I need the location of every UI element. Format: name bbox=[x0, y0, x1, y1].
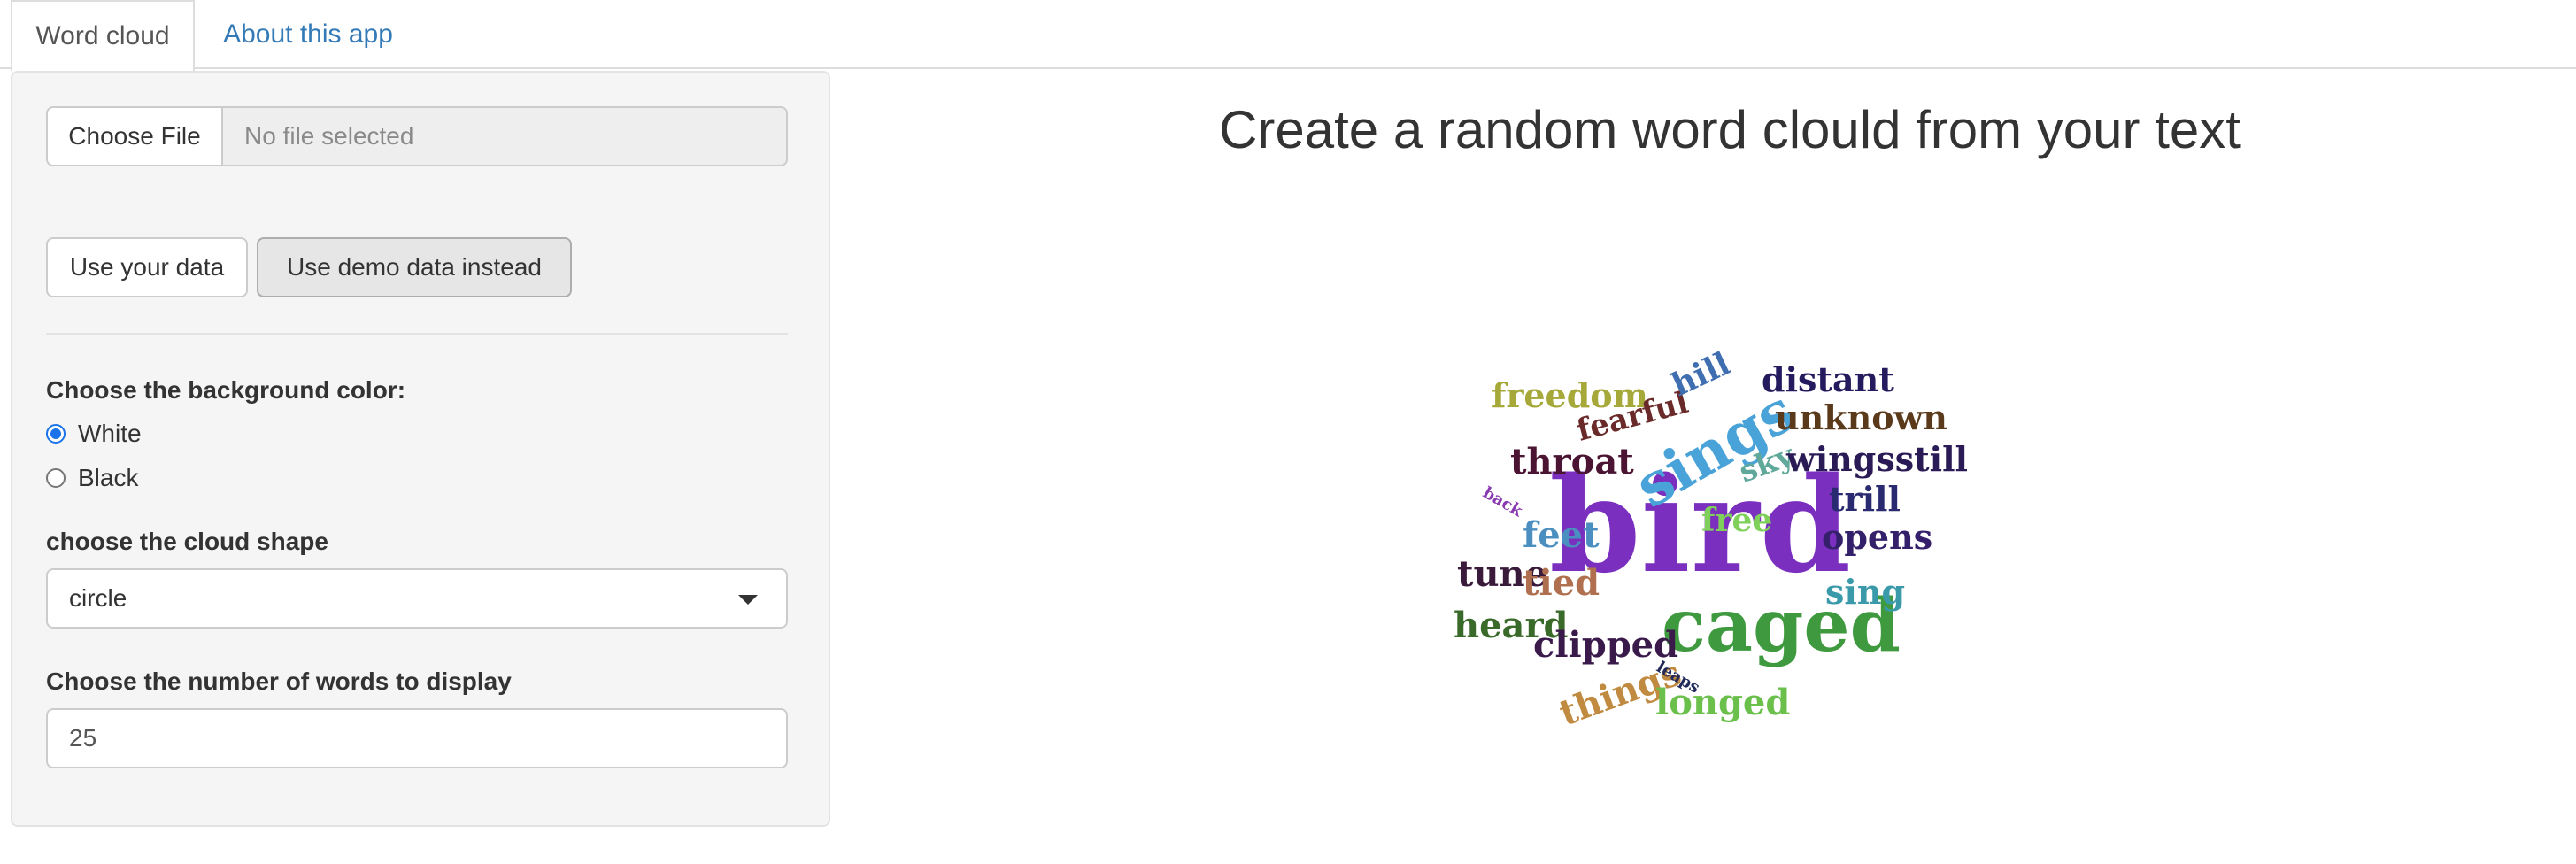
tab-word-cloud[interactable]: Word cloud bbox=[11, 0, 195, 71]
radio-option-black[interactable]: Black bbox=[46, 464, 138, 492]
divider bbox=[46, 333, 788, 335]
use-demo-data-button[interactable]: Use demo data instead bbox=[257, 237, 572, 297]
cloud-word: trill bbox=[1829, 479, 1901, 519]
background-color-label: Choose the background color: bbox=[46, 376, 406, 404]
cloud-word: unknown bbox=[1775, 397, 1947, 437]
num-words-label: Choose the number of words to display bbox=[46, 667, 512, 695]
cloud-word: back bbox=[1480, 483, 1526, 521]
cloud-word: sing bbox=[1825, 572, 1905, 612]
cloud-word: longed bbox=[1655, 682, 1790, 723]
cloud-word: distant bbox=[1762, 359, 1894, 399]
page-title: Create a random word clould from your te… bbox=[1219, 100, 2241, 159]
cloud-word: tied bbox=[1523, 562, 1600, 604]
cloud-word: free bbox=[1701, 502, 1772, 539]
cloud-word: feet bbox=[1523, 514, 1600, 556]
cloud-shape-value: circle bbox=[69, 584, 127, 612]
cloud-word: opens bbox=[1822, 517, 1932, 557]
tab-about-this-app[interactable]: About this app bbox=[197, 0, 420, 69]
choose-file-button[interactable]: Choose File bbox=[46, 106, 223, 166]
radio-black-label: Black bbox=[78, 464, 139, 491]
radio-option-white[interactable]: White bbox=[46, 420, 142, 448]
cloud-word: throat bbox=[1510, 441, 1634, 482]
dropdown-caret-icon bbox=[738, 595, 758, 605]
word-cloud: bird caged sings freedom fearful hill di… bbox=[1454, 345, 1968, 735]
radio-white-label: White bbox=[78, 420, 142, 447]
tab-bar: Word cloud About this app bbox=[0, 0, 2576, 71]
sidebar-panel: Choose File No file selected Use your da… bbox=[11, 71, 830, 827]
use-your-data-button[interactable]: Use your data bbox=[46, 237, 248, 297]
radio-white[interactable] bbox=[46, 424, 66, 444]
file-status-field: No file selected bbox=[223, 106, 788, 166]
cloud-word: wingsstill bbox=[1785, 439, 1968, 479]
cloud-shape-label: choose the cloud shape bbox=[46, 528, 328, 555]
num-words-input[interactable]: 25 bbox=[46, 708, 788, 768]
file-input-group: Choose File No file selected bbox=[46, 106, 788, 166]
radio-black[interactable] bbox=[46, 468, 66, 488]
cloud-shape-select[interactable]: circle bbox=[46, 568, 788, 629]
